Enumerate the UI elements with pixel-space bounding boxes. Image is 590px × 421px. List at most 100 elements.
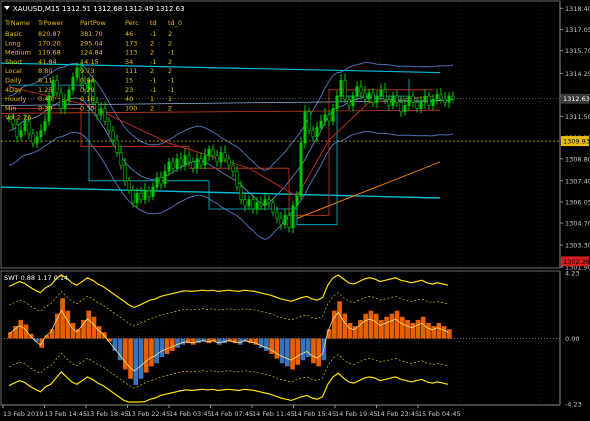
table-cell: 46 (125, 30, 133, 38)
table-cell: 40 (125, 95, 133, 103)
swt-bar (316, 338, 322, 367)
swt-bar (60, 298, 65, 339)
table-cell: 1 (150, 95, 154, 103)
swt-bar (394, 310, 400, 339)
candle-body (103, 108, 107, 122)
candle-body (407, 95, 411, 106)
candle-body (139, 193, 143, 200)
table-cell: -1 (150, 77, 156, 85)
candle-body (323, 114, 327, 122)
swt-bar (379, 319, 384, 339)
swt-bar (295, 338, 301, 365)
candle-body (275, 211, 279, 219)
candle-body (423, 95, 427, 103)
candle-body (167, 161, 171, 172)
swt-bar (49, 329, 55, 339)
candle-body (99, 108, 103, 116)
swt-bar (154, 338, 160, 364)
candle-body (163, 171, 167, 185)
candle-body (283, 214, 287, 225)
candle-body (247, 199, 251, 207)
candle-body (191, 161, 195, 169)
candle-body (291, 205, 295, 229)
table-cell: -1 (150, 30, 156, 38)
time-tick-label: 13 Feb 2019 (3, 410, 43, 418)
candle-body (403, 105, 407, 113)
candle-body (15, 124, 19, 138)
candle-body (319, 120, 323, 128)
table-cell: 110.68 (38, 49, 61, 57)
candle-body (215, 155, 219, 163)
current-price-label: 1312.63 (563, 95, 590, 103)
candle-body (427, 95, 431, 106)
table-header: Perc (125, 19, 139, 27)
table-cell: 14.15 (80, 58, 99, 66)
candle-body (295, 196, 299, 207)
candle-body (351, 95, 355, 106)
table-cell: 1.25 (38, 86, 52, 94)
swt-bar (389, 313, 395, 339)
candle-body (399, 102, 403, 113)
table-cell: 0.16 (80, 95, 94, 103)
swt-bar (138, 338, 144, 379)
time-tick-label: 13 Feb 18:45 (86, 410, 129, 418)
table-cell: Min (5, 104, 17, 112)
table-header: td (150, 19, 157, 27)
table-cell: 173 (125, 39, 137, 47)
table-cell: 100 (125, 104, 137, 112)
candle-body (447, 95, 451, 103)
table-header: TrPower (37, 19, 64, 27)
swt-bar (436, 323, 442, 339)
table-cell: 0.30 (38, 104, 52, 112)
swt-title: SWT 0.88 1.17 0.14 (4, 274, 68, 282)
time-tick-label: 14 Feb 11:45 (252, 410, 295, 418)
candle-body (259, 202, 263, 207)
candle-body (355, 86, 359, 97)
price-tick-label: 1304.70 (565, 220, 590, 228)
candle-body (451, 95, 455, 100)
swt-bar (363, 313, 369, 339)
table-cell: Daily (5, 77, 22, 85)
swt-bar (431, 326, 437, 339)
candle-body (303, 111, 307, 144)
candle-body (235, 171, 239, 188)
swt-tick-label: 4.23 (565, 270, 579, 278)
candle-body (95, 102, 99, 116)
table-cell: 170.20 (38, 39, 61, 47)
candle-body (223, 152, 227, 160)
table-cell: 2 (168, 58, 172, 66)
candle-body (395, 95, 399, 103)
table-cell: -1 (168, 77, 174, 85)
candle-body (147, 189, 151, 197)
candle-body (239, 186, 243, 200)
table-cell: 23 (125, 86, 133, 94)
swt-bar (284, 338, 290, 367)
swt-tick-label: 0.00 (565, 335, 579, 343)
swt-bar (279, 338, 285, 364)
table-cell: 0.30 (80, 104, 94, 112)
time-tick-label: 14 Feb 15:45 (294, 410, 337, 418)
candle-body (171, 161, 175, 169)
swt-bar (149, 338, 154, 367)
swt-bar (86, 310, 92, 339)
table-cell: 113 (125, 49, 137, 57)
candle-body (187, 155, 191, 163)
candle-body (27, 120, 31, 135)
price-tick-label: 1311.50 (565, 113, 590, 121)
table-cell: 381.70 (80, 30, 103, 38)
candle-body (143, 189, 147, 200)
table-cell: 34 (125, 58, 133, 66)
table-header: PartPow (80, 19, 106, 27)
candle-body (107, 120, 111, 131)
candle-body (315, 127, 319, 138)
swt-bar (164, 338, 170, 354)
candle-body (435, 94, 439, 100)
swt-bar (300, 338, 306, 361)
table-cell: 6.11 (38, 77, 52, 85)
time-tick-label: 13 Feb 22:45 (128, 410, 171, 418)
swt-bar (23, 324, 29, 339)
candle-body (375, 95, 379, 103)
table-cell: Hourly (5, 95, 26, 103)
volume-label: Vol:2.26 (5, 114, 31, 122)
swt-bar (143, 338, 149, 373)
